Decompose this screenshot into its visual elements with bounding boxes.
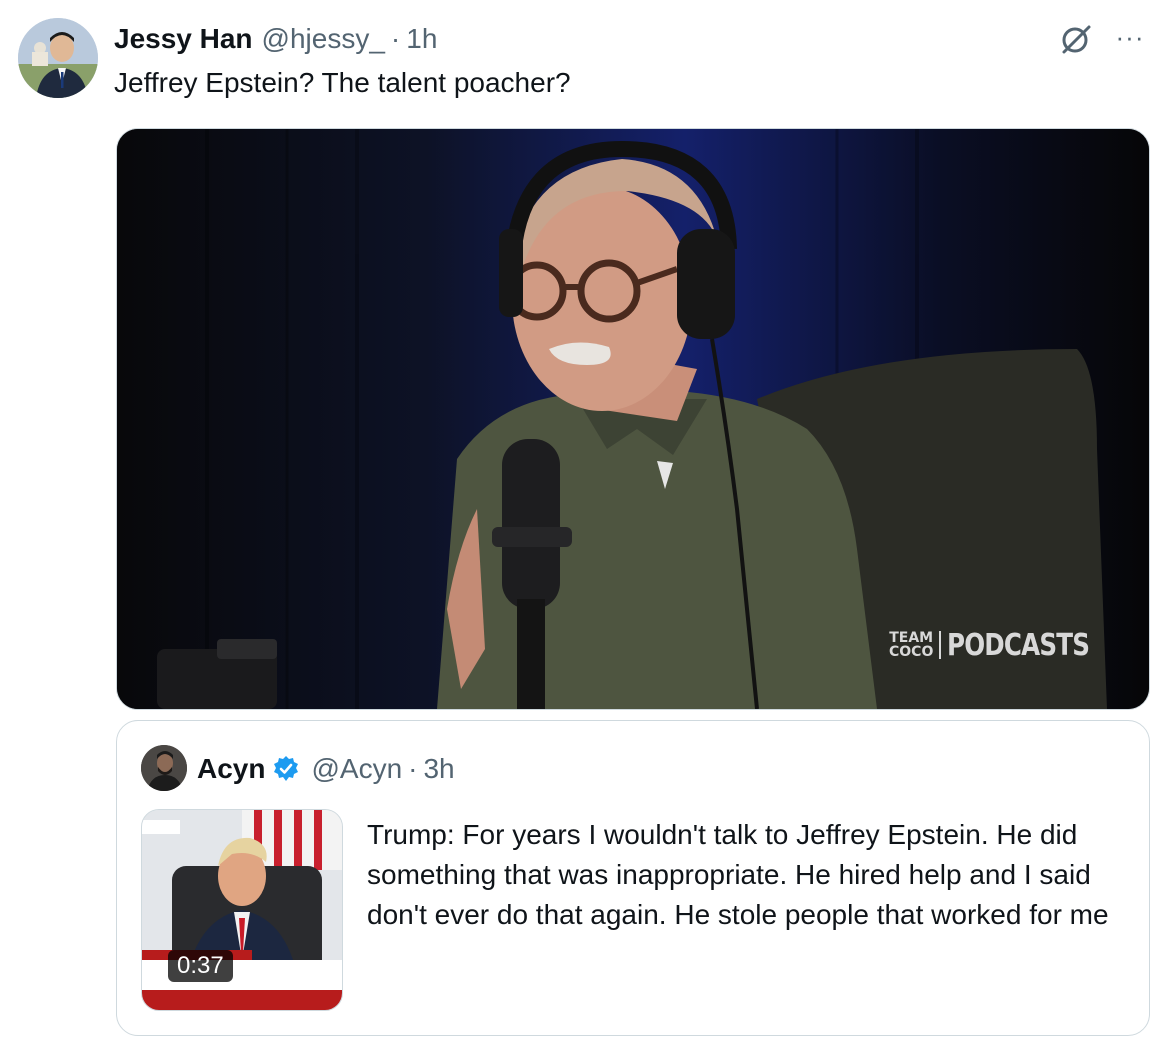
video-duration: 0:37: [168, 950, 233, 982]
author-name[interactable]: Jessy Han: [114, 23, 253, 55]
tweet-header: Jessy Han @hjessy_ · 1h: [114, 20, 437, 58]
watermark-team-coco: TEAM COCO: [889, 630, 942, 660]
watermark-coco: COCO: [889, 644, 934, 660]
quoted-header: Acyn @Acyn · 3h: [197, 751, 455, 787]
quoted-avatar-image: [141, 745, 187, 791]
watermark: TEAM COCO PODCASTS: [889, 625, 1121, 665]
tweet[interactable]: Jessy Han @hjessy_ · 1h ··· Jeffrey Epst…: [0, 0, 1168, 1048]
avatar-image: [18, 18, 98, 98]
author-handle[interactable]: @hjessy_: [262, 23, 385, 55]
quoted-author-name[interactable]: Acyn: [197, 753, 265, 785]
timestamp[interactable]: 1h: [406, 23, 437, 55]
more-options-icon[interactable]: ···: [1112, 22, 1148, 58]
quoted-avatar[interactable]: [141, 745, 187, 791]
watermark-podcasts: PODCASTS: [947, 627, 1090, 663]
separator: ·: [390, 23, 401, 54]
verified-badge-icon: [274, 756, 299, 781]
quoted-separator: ·: [408, 753, 418, 784]
grok-icon[interactable]: [1058, 22, 1094, 58]
tweet-media-video[interactable]: TEAM COCO PODCASTS: [116, 128, 1150, 710]
quoted-video-thumbnail[interactable]: 0:37: [141, 809, 343, 1011]
avatar[interactable]: [18, 18, 98, 98]
tweet-text: Jeffrey Epstein? The talent poacher?: [114, 67, 571, 98]
quoted-tweet-text: Trump: For years I wouldn't talk to Jeff…: [367, 819, 1109, 930]
quoted-tweet[interactable]: Acyn @Acyn · 3h 0:37 Trump: For years I …: [116, 720, 1150, 1036]
quoted-author-handle[interactable]: @Acyn: [311, 753, 402, 785]
video-frame: [117, 129, 1149, 709]
quoted-timestamp[interactable]: 3h: [423, 753, 454, 785]
watermark-team: TEAM: [889, 630, 934, 646]
